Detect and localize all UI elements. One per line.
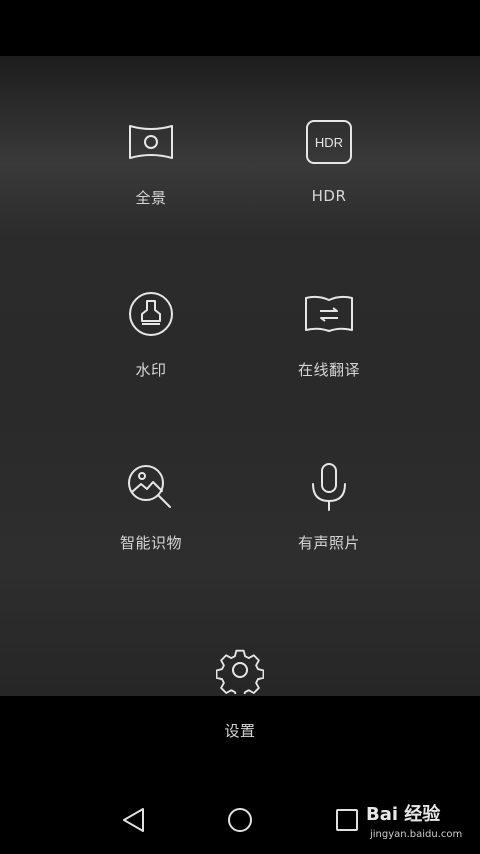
recent-square-icon[interactable] bbox=[331, 804, 363, 836]
image-search-icon bbox=[126, 462, 176, 512]
mode-identify[interactable]: 智能识物 bbox=[71, 462, 231, 592]
mode-panorama[interactable]: 全景 bbox=[71, 117, 231, 247]
mode-label: 有声照片 bbox=[297, 534, 360, 552]
mode-watermark[interactable]: 水印 bbox=[71, 289, 231, 419]
panorama-icon bbox=[126, 117, 176, 167]
mode-label: 全景 bbox=[135, 189, 167, 207]
watermark-logo: Bai 经验 bbox=[366, 804, 441, 825]
mode-panel: 全景 HDR HDR 水印 在线翻译 智能识物 有声照片 bbox=[0, 56, 480, 696]
settings-label: 设置 bbox=[224, 722, 256, 740]
back-triangle-icon[interactable] bbox=[118, 804, 150, 836]
baidu-jingyan-watermark: Bai 经验 jingyan.baidu.com bbox=[366, 796, 478, 846]
mode-audio-photo[interactable]: 有声照片 bbox=[249, 462, 409, 592]
microphone-icon bbox=[304, 462, 354, 512]
status-bar bbox=[0, 0, 480, 56]
mode-label: 在线翻译 bbox=[297, 361, 360, 379]
watermark-url: jingyan.baidu.com bbox=[370, 829, 463, 840]
stamp-icon bbox=[126, 289, 176, 339]
camera-mode-screen: 全景 HDR HDR 水印 在线翻译 智能识物 有声照片 设置 Bai 经验 j… bbox=[0, 0, 480, 854]
hdr-icon-text: HDR bbox=[315, 135, 343, 150]
gear-icon bbox=[216, 646, 264, 694]
mode-label: 智能识物 bbox=[119, 534, 182, 552]
book-translate-icon bbox=[304, 289, 354, 339]
mode-translate[interactable]: 在线翻译 bbox=[249, 289, 409, 419]
mode-label: 水印 bbox=[135, 361, 167, 379]
hdr-icon: HDR bbox=[304, 117, 354, 167]
mode-hdr[interactable]: HDR HDR bbox=[249, 117, 409, 247]
settings-button[interactable]: 设置 bbox=[200, 646, 280, 746]
mode-label: HDR bbox=[311, 187, 347, 205]
home-circle-icon[interactable] bbox=[224, 804, 256, 836]
